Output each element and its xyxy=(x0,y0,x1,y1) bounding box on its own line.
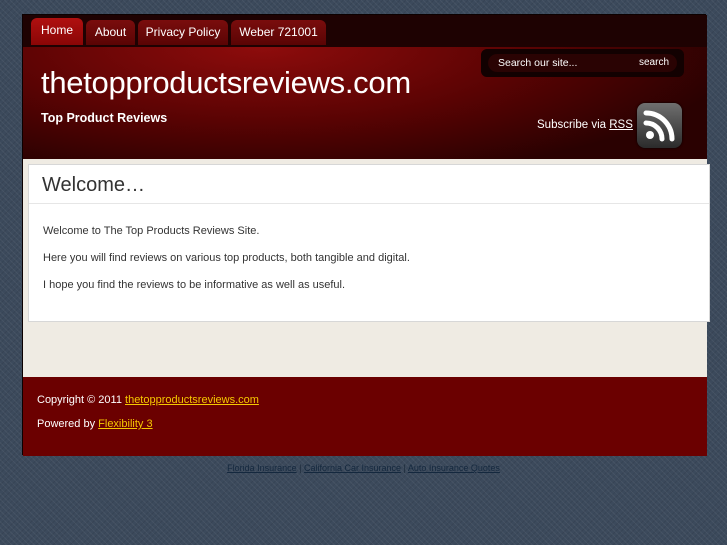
footer-copyright: Copyright © 2011 thetopproductsreviews.c… xyxy=(37,394,259,406)
nav-tab-privacy-policy[interactable]: Privacy Policy xyxy=(138,20,228,45)
copyright-text: Copyright © 2011 xyxy=(37,394,126,406)
nav-tab-weber-721001[interactable]: Weber 721001 xyxy=(231,20,326,45)
bottom-link-auto-insurance-quotes[interactable]: Auto Insurance Quotes xyxy=(408,463,500,473)
powered-link[interactable]: Flexibility 3 xyxy=(98,418,152,430)
post-title: Welcome… xyxy=(42,174,145,196)
search-box: search xyxy=(481,49,684,77)
search-input[interactable] xyxy=(488,54,633,72)
powered-text: Powered by xyxy=(37,418,99,430)
post-paragraph: Here you will find reviews on various to… xyxy=(43,252,410,264)
footer-powered-by: Powered by Flexibility 3 xyxy=(37,418,153,430)
site-title[interactable]: thetopproductsreviews.com xyxy=(41,65,411,101)
rss-link[interactable]: RSS xyxy=(609,119,633,131)
page-container: Home About Privacy Policy Weber 721001 t… xyxy=(22,14,710,456)
rss-feed-icon[interactable] xyxy=(637,103,682,148)
site-tagline: Top Product Reviews xyxy=(41,111,168,125)
copyright-link[interactable]: thetopproductsreviews.com xyxy=(125,394,259,406)
top-navigation: Home About Privacy Policy Weber 721001 xyxy=(23,15,707,47)
content-area: Welcome… Welcome to The Top Products Rev… xyxy=(23,159,710,377)
nav-tab-about[interactable]: About xyxy=(86,20,135,45)
site-header: thetopproductsreviews.com Top Product Re… xyxy=(23,47,707,159)
link-separator: | xyxy=(401,463,408,473)
subscribe-rss: Subscribe via RSS xyxy=(537,119,633,131)
post-divider xyxy=(29,203,709,204)
site-footer: Copyright © 2011 thetopproductsreviews.c… xyxy=(23,377,707,456)
bottom-links: Florida Insurance | California Car Insur… xyxy=(0,463,727,473)
bottom-link-california-car-insurance[interactable]: California Car Insurance xyxy=(304,463,401,473)
search-button[interactable]: search xyxy=(631,54,677,72)
post-paragraph: Welcome to The Top Products Reviews Site… xyxy=(43,225,260,237)
bottom-link-florida-insurance[interactable]: Florida Insurance xyxy=(227,463,297,473)
post-box: Welcome… Welcome to The Top Products Rev… xyxy=(28,164,710,322)
link-separator: | xyxy=(296,463,304,473)
post-paragraph: I hope you find the reviews to be inform… xyxy=(43,279,346,291)
nav-tab-home[interactable]: Home xyxy=(31,18,83,45)
subscribe-label: Subscribe via xyxy=(537,119,610,131)
